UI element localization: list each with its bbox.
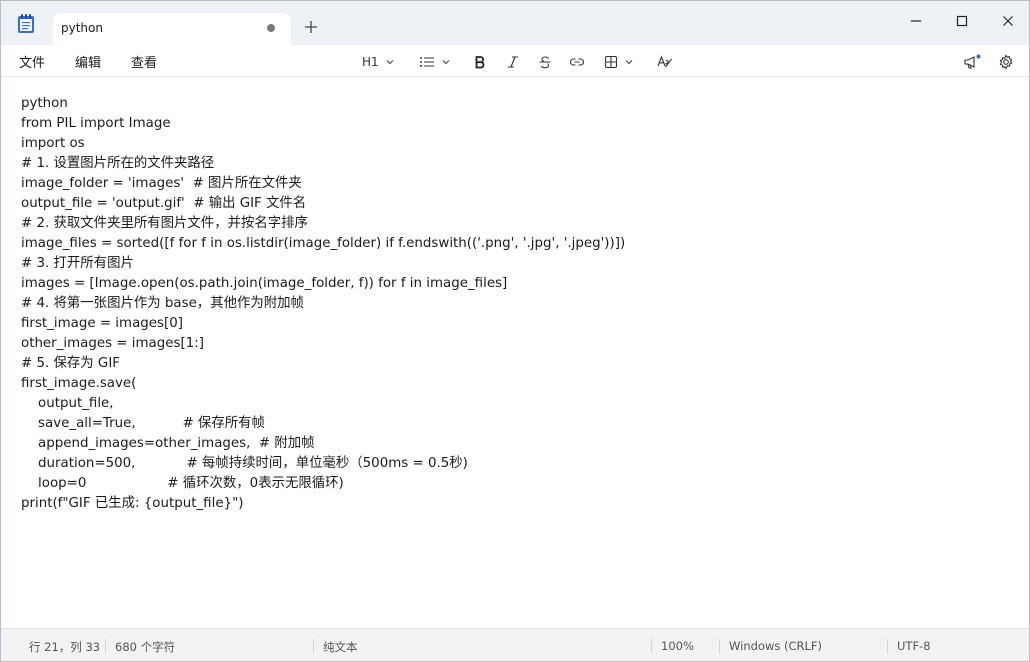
strikethrough-button[interactable] bbox=[538, 51, 552, 73]
code-line[interactable]: output_file, bbox=[21, 394, 625, 414]
code-line[interactable]: save_all=True, # 保存所有帧 bbox=[21, 414, 625, 434]
code-line[interactable]: image_folder = 'images' # 图片所在文件夹 bbox=[21, 174, 625, 194]
character-count: 680 个字符 bbox=[115, 640, 176, 654]
clear-formatting-button[interactable] bbox=[657, 51, 673, 73]
gear-icon bbox=[999, 54, 1013, 70]
status-separator bbox=[105, 639, 106, 654]
code-line[interactable]: duration=500, # 每帧持续时间，单位毫秒（500ms = 0.5秒… bbox=[21, 454, 625, 474]
maximize-button[interactable] bbox=[939, 7, 985, 35]
menu-bar: 文件 编辑 查看 H1 bbox=[1, 45, 1029, 77]
notepad-window: python 文件 编辑 查看 H1 python from PIL impor… bbox=[0, 0, 1030, 662]
code-line[interactable]: # 4. 将第一张图片作为 base，其他作为附加帧 bbox=[21, 294, 625, 314]
code-line[interactable]: # 5. 保存为 GIF bbox=[21, 354, 625, 374]
settings-button[interactable] bbox=[998, 51, 1014, 73]
link-icon bbox=[570, 58, 584, 66]
code-line[interactable]: # 3. 打开所有图片 bbox=[21, 254, 625, 274]
code-line[interactable]: images = [Image.open(os.path.join(image_… bbox=[21, 274, 625, 294]
bold-icon bbox=[475, 56, 485, 69]
table-dropdown[interactable] bbox=[604, 51, 634, 73]
link-button[interactable] bbox=[569, 51, 585, 73]
tab-python[interactable]: python bbox=[53, 13, 291, 45]
status-separator bbox=[313, 639, 314, 654]
strikethrough-icon bbox=[539, 56, 551, 69]
text-format[interactable]: 纯文本 bbox=[323, 639, 358, 655]
new-tab-button[interactable] bbox=[303, 19, 319, 35]
maximize-icon bbox=[956, 15, 968, 27]
table-icon bbox=[604, 55, 618, 69]
code-line[interactable]: other_images = images[1:] bbox=[21, 334, 625, 354]
minimize-button[interactable] bbox=[893, 7, 939, 35]
minimize-icon bbox=[911, 20, 921, 22]
bold-button[interactable] bbox=[473, 51, 487, 73]
code-line[interactable]: image_files = sorted([f for f in os.list… bbox=[21, 234, 625, 254]
clear-formatting-icon bbox=[657, 55, 672, 68]
unsaved-dot-icon[interactable] bbox=[267, 24, 275, 32]
code-line[interactable]: append_images=other_images, # 附加帧 bbox=[21, 434, 625, 454]
megaphone-icon bbox=[964, 54, 981, 69]
code-line[interactable]: print(f"GIF 已生成: {output_file}") bbox=[21, 494, 625, 514]
code-line[interactable]: output_file = 'output.gif' # 输出 GIF 文件名 bbox=[21, 194, 625, 214]
plus-icon bbox=[305, 21, 317, 33]
code-line[interactable]: python bbox=[21, 94, 625, 114]
chevron-down-icon bbox=[442, 60, 450, 65]
encoding[interactable]: UTF-8 bbox=[897, 639, 931, 653]
chevron-down-icon bbox=[625, 60, 633, 65]
list-dropdown[interactable] bbox=[419, 51, 451, 73]
code-line[interactable]: loop=0 # 循环次数，0表示无限循环) bbox=[21, 474, 625, 494]
notepad-app-icon bbox=[15, 13, 37, 35]
code-line[interactable]: # 2. 获取文件夹里所有图片文件，并按名字排序 bbox=[21, 214, 625, 234]
cursor-position[interactable]: 行 21，列 33 bbox=[29, 639, 100, 655]
document-text[interactable]: python from PIL import Image import os # 1.… bbox=[21, 94, 625, 514]
chevron-down-icon bbox=[386, 60, 394, 65]
whats-new-button[interactable] bbox=[963, 51, 981, 73]
tab-title: python bbox=[61, 21, 103, 35]
status-bar: 行 21，列 33 680 个字符 纯文本 100% Windows (CRLF… bbox=[1, 628, 1029, 661]
editor-area[interactable]: python from PIL import Image import os # 1.… bbox=[1, 78, 1029, 628]
close-button[interactable] bbox=[985, 7, 1029, 35]
status-separator bbox=[651, 639, 652, 654]
code-line[interactable]: from PIL import Image bbox=[21, 114, 625, 134]
menu-view[interactable]: 查看 bbox=[131, 52, 157, 71]
status-separator bbox=[719, 639, 720, 654]
heading-label: H1 bbox=[362, 55, 379, 69]
close-icon bbox=[1003, 16, 1013, 26]
line-ending[interactable]: Windows (CRLF) bbox=[729, 639, 822, 653]
title-bar: python bbox=[1, 1, 1029, 45]
italic-icon bbox=[508, 56, 518, 68]
zoom-level[interactable]: 100% bbox=[661, 639, 694, 653]
menu-edit[interactable]: 编辑 bbox=[75, 52, 101, 71]
code-line[interactable]: first_image = images[0] bbox=[21, 314, 625, 334]
list-icon bbox=[420, 57, 434, 67]
status-separator bbox=[887, 639, 888, 654]
code-line[interactable]: # 1. 设置图片所在的文件夹路径 bbox=[21, 154, 625, 174]
menu-file[interactable]: 文件 bbox=[19, 52, 45, 71]
italic-button[interactable] bbox=[506, 51, 520, 73]
code-line[interactable]: first_image.save( bbox=[21, 374, 625, 394]
code-line[interactable]: import os bbox=[21, 134, 625, 154]
heading-dropdown[interactable]: H1 bbox=[362, 51, 395, 73]
